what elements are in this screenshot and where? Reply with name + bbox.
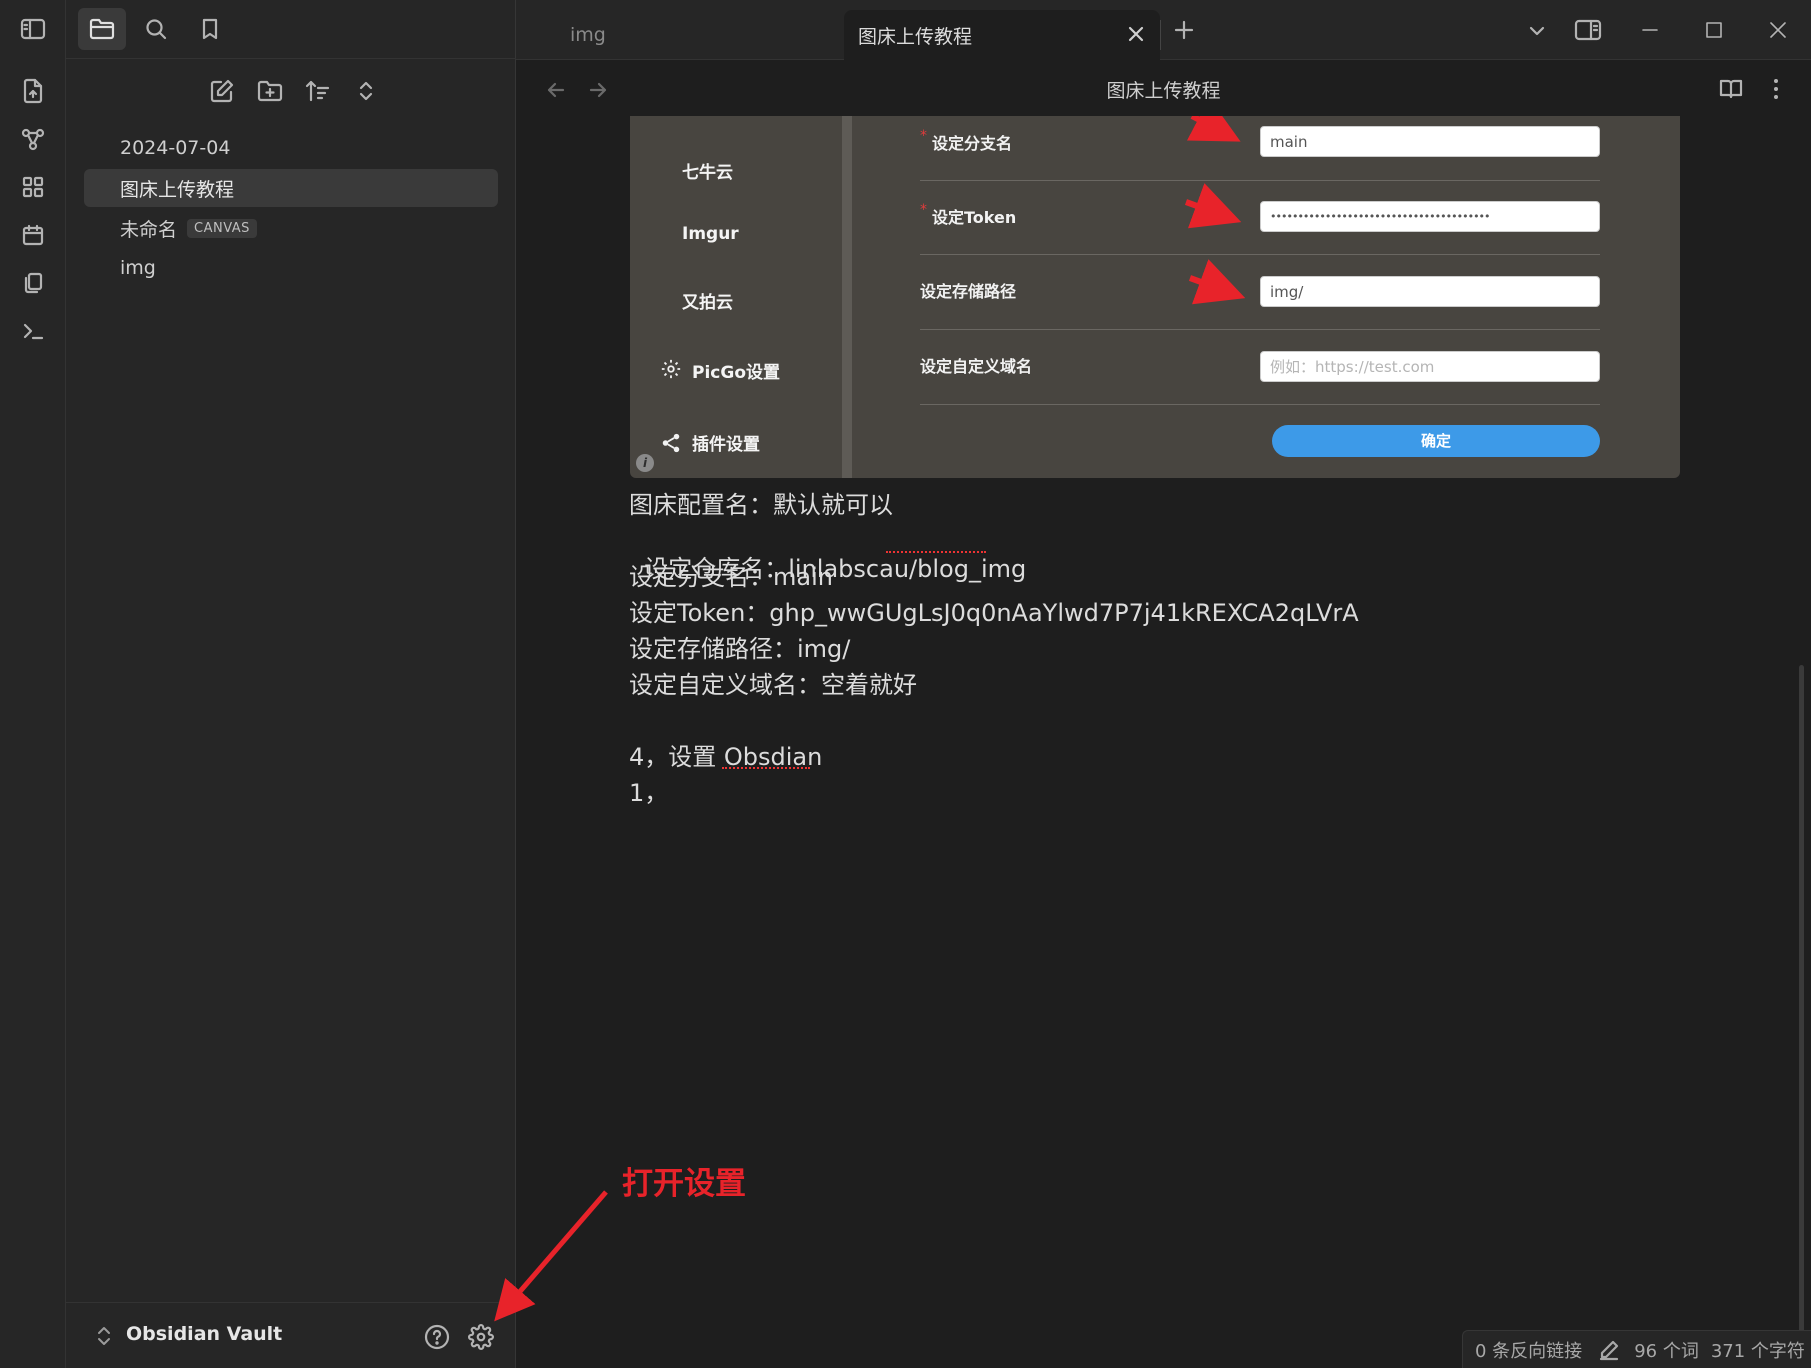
reading-view-icon[interactable] bbox=[1718, 76, 1744, 102]
new-folder-icon[interactable] bbox=[246, 70, 294, 112]
close-window-icon[interactable] bbox=[1766, 18, 1790, 42]
spellcheck-underline bbox=[886, 549, 986, 553]
file-name: 2024-07-04 bbox=[120, 137, 231, 159]
file-name: 图床上传教程 bbox=[120, 178, 235, 201]
char-count: 371 个字符 bbox=[1710, 1340, 1805, 1362]
file-name: 未命名 bbox=[120, 218, 178, 241]
scrollbar-thumb[interactable] bbox=[1799, 665, 1804, 1345]
red-arrow-icon bbox=[1188, 259, 1246, 305]
status-bar: 0 条反向链接 96 个词 371 个字符 bbox=[1462, 1330, 1811, 1368]
word-count: 96 个词 bbox=[1634, 1340, 1699, 1362]
collapse-all-icon[interactable] bbox=[342, 70, 390, 112]
annotation-arrow-icon bbox=[494, 1190, 608, 1322]
daily-note-calendar-icon[interactable] bbox=[16, 218, 50, 252]
tab-list-chevron-icon[interactable] bbox=[1526, 20, 1548, 42]
view-header-title[interactable]: 图床上传教程 bbox=[516, 76, 1811, 103]
vault-name[interactable]: Obsidian Vault bbox=[126, 1323, 282, 1345]
backlinks-count[interactable]: 0 条反向链接 bbox=[1475, 1337, 1582, 1363]
doc-line-5[interactable]: 设定存储路径：img/ bbox=[629, 629, 850, 664]
close-tab-icon[interactable] bbox=[1126, 24, 1146, 44]
annotation-open-settings: 打开设置 bbox=[622, 1166, 746, 1202]
sort-order-icon[interactable] bbox=[294, 70, 342, 112]
file-explorer-sidebar: 2024-07-04 图床上传教程 未命名 CANVAS img Obsidia… bbox=[66, 0, 516, 1368]
tab-label: 图床上传教程 bbox=[858, 25, 973, 48]
bookmark-icon[interactable] bbox=[186, 8, 234, 50]
vault-switcher-icon[interactable] bbox=[90, 1322, 118, 1350]
file-name: img bbox=[120, 257, 156, 279]
file-item-img[interactable]: img bbox=[84, 249, 498, 287]
doc-line-1[interactable]: 图床配置名：默认就可以 bbox=[629, 485, 893, 520]
help-icon[interactable] bbox=[422, 1322, 452, 1352]
sidebar-toggle-icon[interactable] bbox=[16, 12, 50, 46]
new-note-icon[interactable] bbox=[198, 70, 246, 112]
new-tab-icon[interactable] bbox=[1172, 18, 1196, 42]
left-ribbon bbox=[0, 0, 66, 1368]
tab-separator bbox=[1160, 20, 1161, 50]
red-arrows-overlay bbox=[1184, 116, 1246, 305]
tab-label: img bbox=[570, 24, 606, 46]
templates-icon[interactable] bbox=[16, 266, 50, 300]
edit-mode-pencil-icon[interactable] bbox=[1598, 1339, 1620, 1361]
vault-divider bbox=[66, 1302, 516, 1303]
canvas-icon[interactable] bbox=[16, 170, 50, 204]
sidebar-divider bbox=[66, 58, 516, 59]
doc-line-4[interactable]: 设定Token：ghp_wwGUgLsJ0q0nAaYlwd7P7j41kREX… bbox=[629, 593, 1359, 628]
open-quick-switcher-icon[interactable] bbox=[16, 74, 50, 108]
spellcheck-underline bbox=[722, 765, 810, 769]
maximize-window-icon[interactable] bbox=[1702, 18, 1726, 42]
doc-line-6[interactable]: 设定自定义域名：空着就好 bbox=[629, 665, 917, 700]
file-item-tuchuang[interactable]: 图床上传教程 bbox=[84, 169, 498, 207]
embedded-picgo-screenshot: 七牛云 Imgur 又拍云 PicGo设置 插件设置 i * 设定分支名 mai… bbox=[630, 116, 1680, 478]
canvas-badge: CANVAS bbox=[187, 218, 257, 238]
file-item-untitled-canvas[interactable]: 未命名 CANVAS bbox=[84, 209, 498, 247]
red-arrow-icon bbox=[1186, 116, 1241, 142]
right-sidebar-toggle-icon[interactable] bbox=[1574, 18, 1602, 42]
files-tab-icon[interactable] bbox=[78, 8, 126, 50]
doc-line-9[interactable]: 1， bbox=[629, 773, 668, 808]
tab-tuchuang[interactable]: 图床上传教程 bbox=[844, 10, 1160, 60]
tab-img[interactable]: img bbox=[556, 10, 836, 60]
doc-line-3[interactable]: 设定分支名：main bbox=[629, 557, 833, 592]
red-arrow-icon bbox=[1184, 183, 1242, 229]
file-item-2024-07-04[interactable]: 2024-07-04 bbox=[84, 129, 498, 167]
minimize-window-icon[interactable] bbox=[1638, 18, 1662, 42]
graph-view-icon[interactable] bbox=[16, 122, 50, 156]
search-icon[interactable] bbox=[132, 8, 180, 50]
tab-bar: img 图床上传教程 bbox=[516, 0, 1811, 60]
command-palette-icon[interactable] bbox=[16, 314, 50, 348]
more-options-icon[interactable] bbox=[1770, 76, 1782, 102]
